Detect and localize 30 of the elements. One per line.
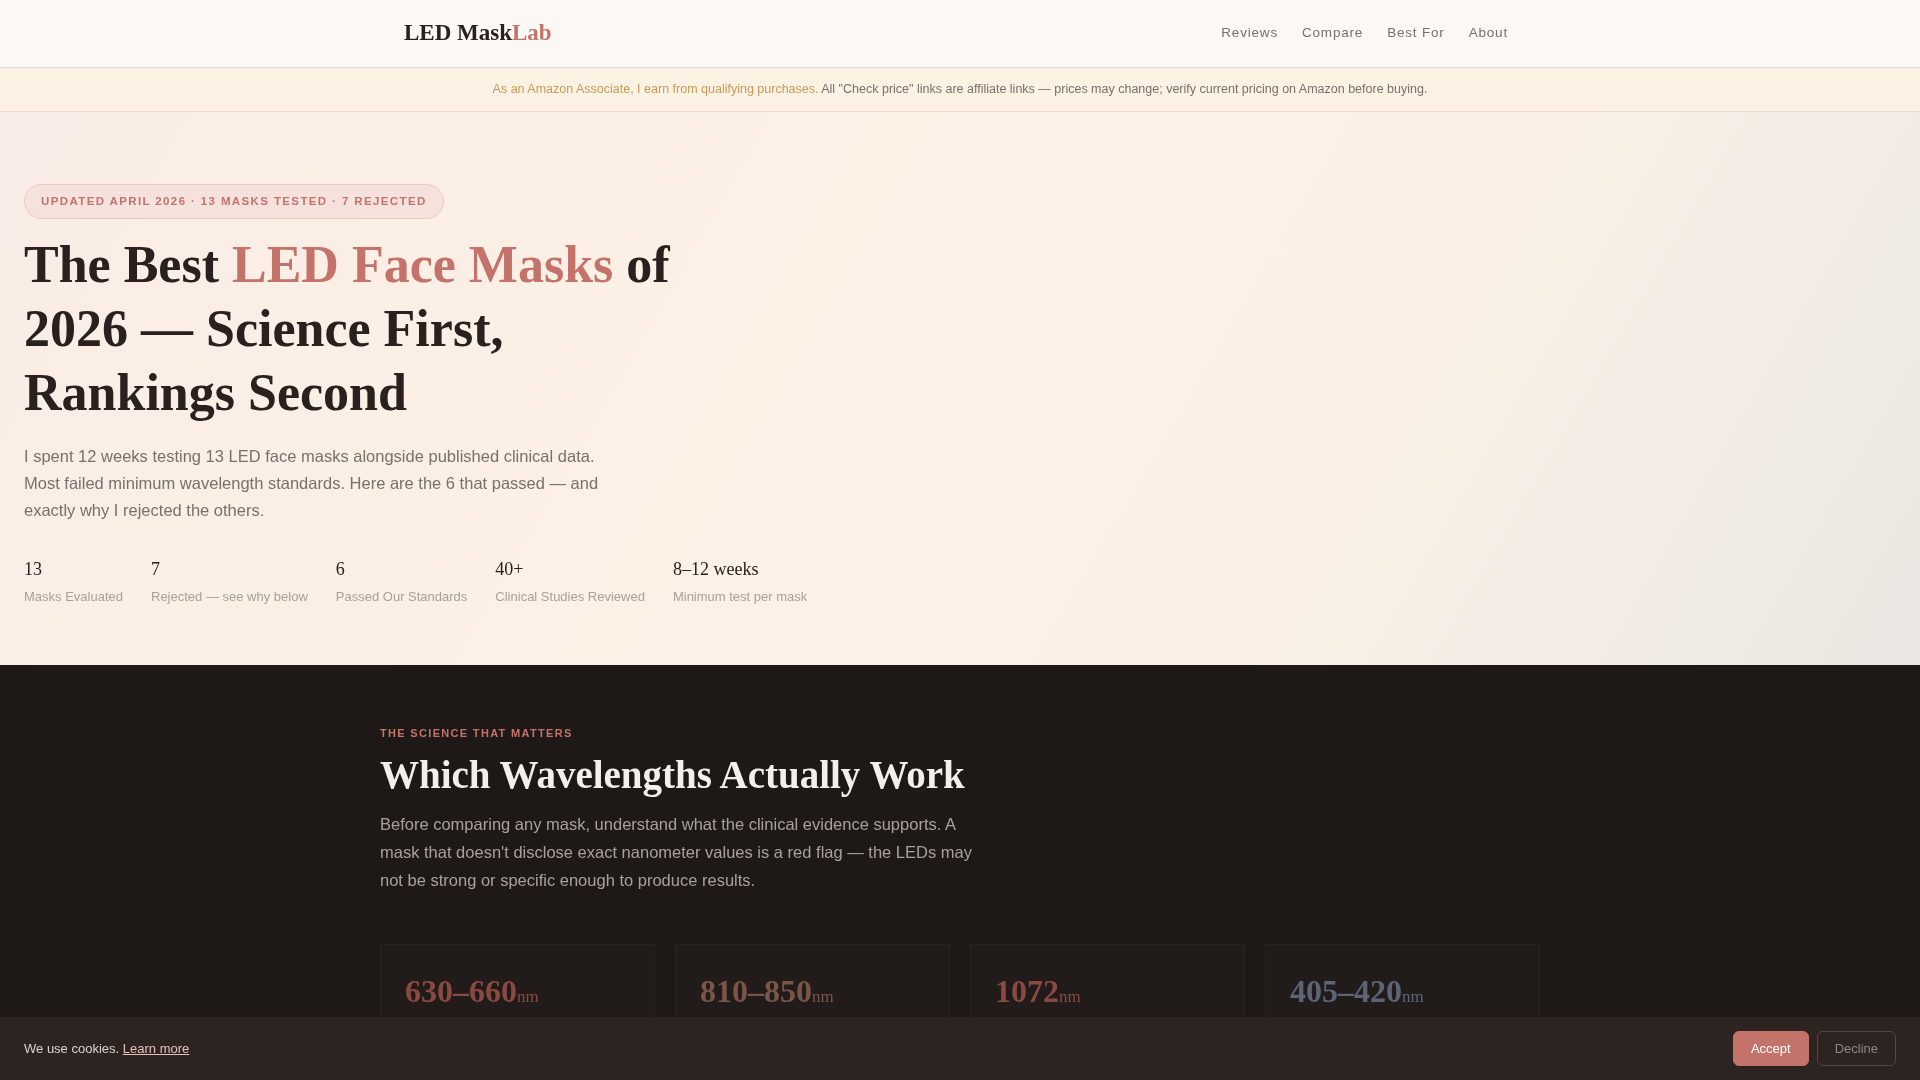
stat-value: 8–12 weeks bbox=[672, 558, 760, 582]
section-eyebrow: THE SCIENCE THAT MATTERS bbox=[380, 726, 574, 741]
stat-label: Rejected — see why below bbox=[151, 588, 308, 607]
update-badge: UPDATED APRIL 2026 · 13 MASKS TESTED · 7 REJECTED bbox=[24, 184, 444, 220]
hero-title: The Best LED Face Masks of 2026 — Science First, Rankings Second bbox=[24, 235, 671, 424]
hero-intro: I spent 12 weeks testing 13 LED face masks alongside published clinical data. Most failed minimum wavelength standards. Here are the 6 that passed — and exactly why I rejected the others. bbox=[24, 446, 600, 522]
stat-label: Clinical Studies Reviewed bbox=[495, 588, 645, 607]
stat-value: 7 bbox=[151, 558, 161, 582]
wavelength-value: 630–660nm bbox=[405, 972, 540, 1012]
nav-link[interactable]: Best For bbox=[1387, 23, 1445, 44]
decline-button[interactable]: Decline bbox=[1816, 1030, 1896, 1067]
wavelength-value: 1072nm bbox=[995, 972, 1082, 1012]
stat-label: Masks Evaluated bbox=[24, 588, 123, 607]
nav-link[interactable]: Compare bbox=[1301, 23, 1364, 44]
stat-value: 6 bbox=[335, 558, 346, 582]
stat-value: 40+ bbox=[495, 558, 525, 582]
affiliate-disclosure: As an Amazon Associate, I earn from qualifying purchases. All "Check price" links are affiliate links — prices may change; verify current pricing on Amazon before buying. bbox=[492, 81, 1428, 99]
wavelength-value: 405–420nm bbox=[1290, 972, 1425, 1012]
wavelength-value: 810–850nm bbox=[700, 972, 835, 1012]
site-logo[interactable]: LED MaskLab bbox=[404, 16, 552, 51]
cookie-message: We use cookies. Learn more bbox=[24, 1039, 190, 1058]
section-heading: Which Wavelengths Actually Work bbox=[380, 751, 966, 799]
learn-more-link[interactable]: Learn more bbox=[122, 1040, 190, 1056]
stat-label: Minimum test per mask bbox=[672, 588, 808, 607]
stat-label: Passed Our Standards bbox=[335, 588, 468, 607]
section-text: Before comparing any mask, understand what the clinical evidence supports. A mask that doesn't disclose exact nanometer values is a red flag — the LEDs may not be strong or specific enough to produce results. bbox=[380, 814, 973, 892]
nav-link[interactable]: Reviews bbox=[1221, 23, 1278, 44]
stat-value: 13 bbox=[24, 558, 43, 582]
nav-link[interactable]: About bbox=[1468, 23, 1508, 44]
accept-button[interactable]: Accept bbox=[1732, 1030, 1809, 1067]
